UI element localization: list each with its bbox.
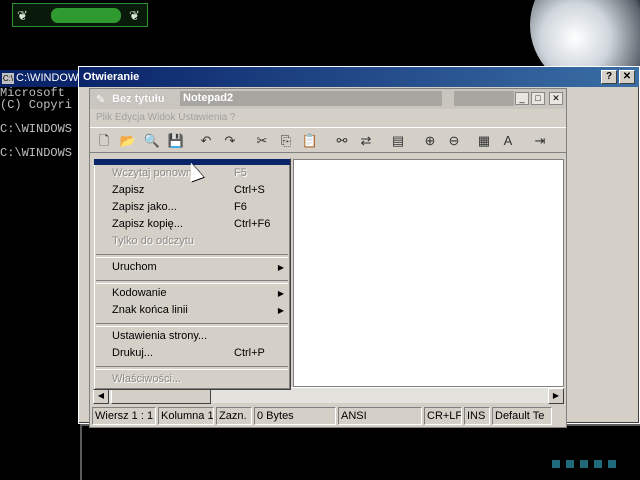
menu-item-label: Znak końca linii bbox=[112, 304, 188, 316]
zoom-out-icon[interactable]: ⊖ bbox=[444, 131, 464, 151]
status-position: Wiersz 1 : 1 bbox=[92, 407, 156, 425]
banner-badge bbox=[51, 8, 121, 23]
new-icon[interactable]: 🗋 bbox=[94, 131, 114, 151]
scroll-right-button[interactable]: ▶ bbox=[548, 388, 564, 404]
menu-item[interactable]: Zapisz kopię... Ctrl+F6 bbox=[94, 216, 290, 233]
menu-item-label: Ustawienia strony... bbox=[112, 330, 208, 342]
editor-area[interactable] bbox=[293, 159, 564, 387]
menu-separator bbox=[94, 276, 290, 285]
zoom-in-icon[interactable]: ⊕ bbox=[420, 131, 440, 151]
menu-item-label: Zapisz kopię... bbox=[112, 218, 183, 230]
menu-item-label: Zapisz jako... bbox=[112, 201, 177, 213]
menu-item-label: Drukuj... bbox=[112, 347, 153, 359]
menu-item: Właściwości... bbox=[94, 371, 290, 388]
console-line: C:\WINDOWS bbox=[0, 146, 73, 160]
status-size: 0 Bytes bbox=[254, 407, 336, 425]
notepad-titlebar[interactable]: ✎ Bez tytułu Notepad2 _ □ ✕ bbox=[90, 89, 566, 109]
tray-icons bbox=[552, 460, 616, 468]
file-menu-dropdown: Wczytaj ponownie F5 Zapisz Ctrl+S Zapisz jak… bbox=[93, 158, 291, 390]
console-output: Microsoft (C) Copyri C:\WINDOWS C:\WINDOWS bbox=[0, 87, 90, 159]
notepad-menubar[interactable]: Plik Edycja Widok Ustawienia ? bbox=[90, 109, 566, 127]
menu-item[interactable]: Kodowanie ▶ bbox=[94, 285, 290, 302]
menu-item[interactable]: Uruchom ▶ bbox=[94, 259, 290, 276]
console-titlebar[interactable]: C:\ C:\WINDOW bbox=[0, 70, 90, 87]
menu-separator bbox=[94, 319, 290, 328]
leaf-icon: ❦ bbox=[129, 8, 140, 23]
status-column: Kolumna 1 bbox=[158, 407, 214, 425]
copy-icon[interactable]: ⎘ bbox=[276, 131, 296, 151]
save-icon[interactable]: 💾 bbox=[166, 131, 186, 151]
notepad-doc-title: Bez tytułu bbox=[112, 93, 165, 105]
open-icon[interactable]: 📂 bbox=[118, 131, 138, 151]
wordwrap-icon[interactable]: ▤ bbox=[388, 131, 408, 151]
close-button[interactable]: ✕ bbox=[619, 70, 635, 84]
status-insert-mode: INS bbox=[464, 407, 490, 425]
browse-icon[interactable]: 🔍 bbox=[142, 131, 162, 151]
tray-icon[interactable] bbox=[552, 460, 560, 468]
leaf-icon: ❦ bbox=[17, 8, 28, 23]
menu-item-shortcut: Ctrl+F6 bbox=[234, 218, 271, 230]
maximize-button[interactable]: □ bbox=[531, 92, 545, 105]
submenu-arrow-icon: ▶ bbox=[277, 306, 284, 315]
menu-item-label: Uruchom bbox=[112, 261, 157, 273]
menu-item[interactable]: Zapisz jako... F6 bbox=[94, 199, 290, 216]
console-line: (C) Copyri bbox=[0, 98, 73, 112]
submenu-arrow-icon: ▶ bbox=[277, 263, 284, 272]
notepad-close-button[interactable]: ✕ bbox=[549, 92, 563, 105]
status-encoding[interactable]: ANSI bbox=[338, 407, 422, 425]
menu-item-shortcut: F5 bbox=[234, 167, 247, 179]
menu-item-label: Zapisz bbox=[112, 184, 145, 196]
status-selection: Zazn. bbox=[216, 407, 252, 425]
cut-icon[interactable]: ✂ bbox=[252, 131, 272, 151]
redo-icon[interactable]: ↷ bbox=[220, 131, 240, 151]
status-line-ending[interactable]: CR+LF bbox=[424, 407, 462, 425]
scroll-thumb[interactable] bbox=[111, 388, 211, 404]
notepad-toolbar: 🗋 📂 🔍 💾 ↶ ↷ ✂ ⎘ 📋 ⚯ ⇄ ▤ ⊕ ⊖ ▦ A ⇥ bbox=[90, 127, 566, 153]
tray-icon[interactable] bbox=[580, 460, 588, 468]
replace-icon[interactable]: ⇄ bbox=[356, 131, 376, 151]
menu-item-shortcut: Ctrl+S bbox=[234, 184, 265, 196]
notepad-app-title: Notepad2 bbox=[180, 91, 442, 106]
menu-item-label: Kodowanie bbox=[112, 287, 167, 299]
tray-icon[interactable] bbox=[566, 460, 574, 468]
menu-item-label: Właściwości... bbox=[112, 373, 182, 385]
notepad-app-icon: ✎ bbox=[96, 94, 106, 106]
exit-icon[interactable]: ⇥ bbox=[530, 131, 550, 151]
background-window bbox=[80, 424, 640, 480]
dialog-title: Otwieranie bbox=[83, 71, 140, 83]
tray-icon[interactable] bbox=[594, 460, 602, 468]
menu-separator bbox=[94, 362, 290, 371]
font-icon[interactable]: A bbox=[498, 131, 518, 151]
console-line: C:\WINDOWS bbox=[0, 122, 73, 136]
console-title: C:\WINDOW bbox=[16, 72, 79, 84]
undo-icon[interactable]: ↶ bbox=[196, 131, 216, 151]
help-button[interactable]: ? bbox=[601, 70, 617, 84]
menu-item: Tylko do odczytu bbox=[94, 233, 290, 250]
minimize-button[interactable]: _ bbox=[515, 92, 529, 105]
find-icon[interactable]: ⚯ bbox=[332, 131, 352, 151]
menu-item[interactable]: Znak końca linii ▶ bbox=[94, 302, 290, 319]
menu-item[interactable]: Drukuj... Ctrl+P bbox=[94, 345, 290, 362]
menu-item-shortcut: Ctrl+P bbox=[234, 347, 265, 359]
menu-separator bbox=[94, 250, 290, 259]
schema-icon[interactable]: ▦ bbox=[474, 131, 494, 151]
desktop-banner: ❦ ❦ bbox=[12, 3, 148, 27]
menu-item[interactable]: Ustawienia strony... bbox=[94, 328, 290, 345]
status-bar: Wiersz 1 : 1 Kolumna 1 Zazn. 0 Bytes ANS… bbox=[92, 407, 564, 425]
menu-item[interactable]: Zapisz Ctrl+S bbox=[94, 182, 290, 199]
titlebar-spacer bbox=[454, 91, 514, 106]
console-window[interactable]: C:\ C:\WINDOW Microsoft (C) Copyri C:\WINDO… bbox=[0, 70, 90, 398]
status-scheme[interactable]: Default Te bbox=[492, 407, 552, 425]
menu-item-label: Tylko do odczytu bbox=[112, 235, 194, 247]
tray-icon[interactable] bbox=[608, 460, 616, 468]
dialog-titlebar[interactable]: Otwieranie ? ✕ bbox=[79, 67, 639, 87]
paste-icon[interactable]: 📋 bbox=[300, 131, 320, 151]
menu-item-shortcut: F6 bbox=[234, 201, 247, 213]
submenu-arrow-icon: ▶ bbox=[277, 289, 284, 298]
scroll-left-button[interactable]: ◀ bbox=[93, 388, 109, 404]
console-icon: C:\ bbox=[2, 72, 14, 84]
